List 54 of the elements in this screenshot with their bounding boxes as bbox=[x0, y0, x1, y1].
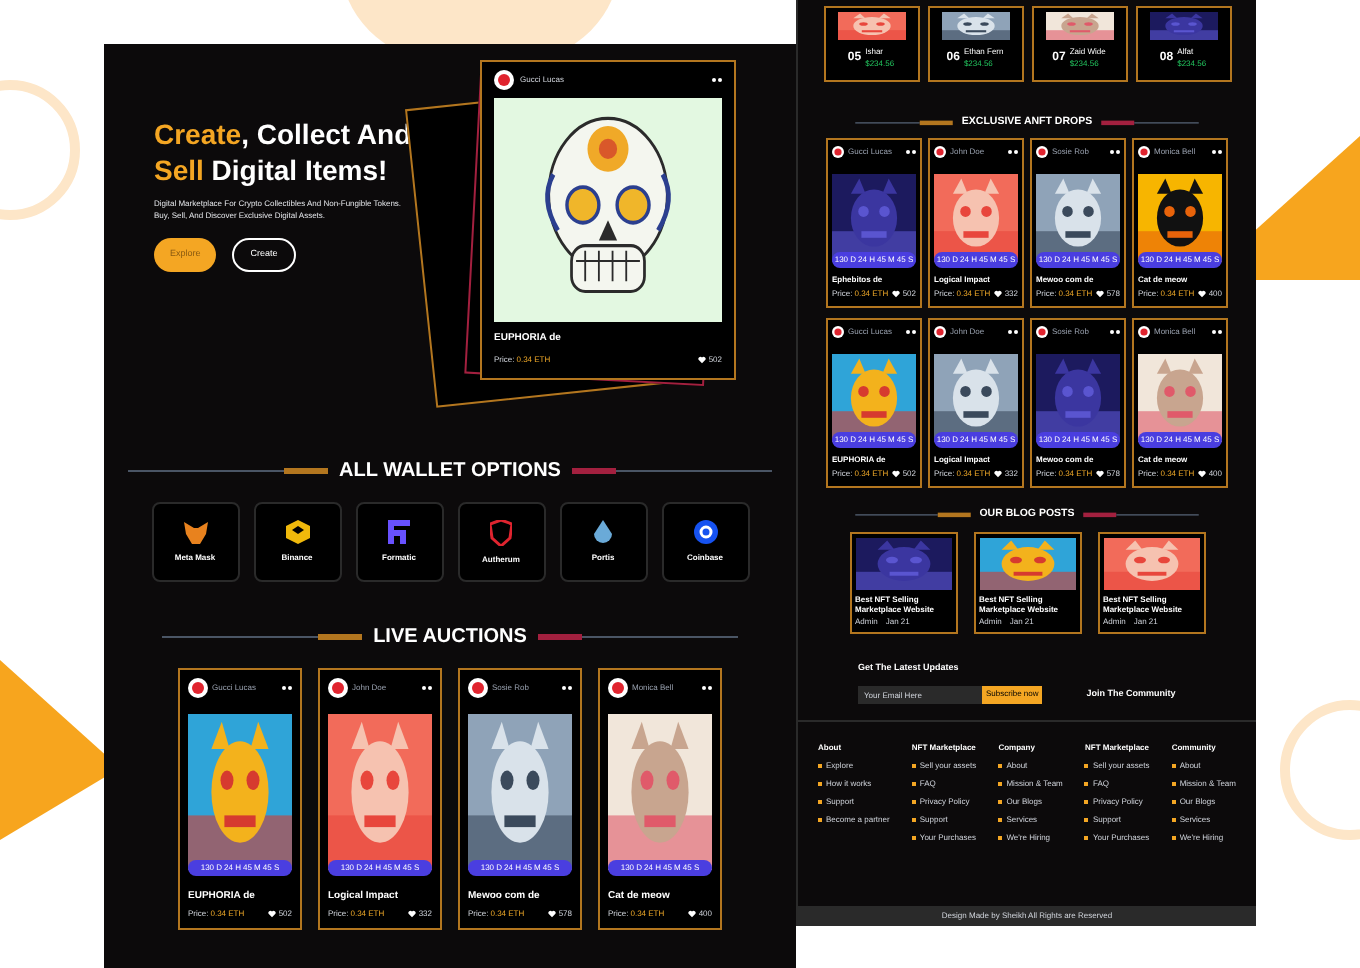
heart-icon[interactable] bbox=[1096, 289, 1105, 297]
heart-icon[interactable] bbox=[408, 909, 417, 917]
avatar-icon bbox=[934, 145, 946, 157]
avatar-icon bbox=[1138, 325, 1150, 337]
bullet-icon bbox=[911, 781, 916, 786]
avatar-icon bbox=[468, 678, 488, 698]
bullet-icon bbox=[1084, 835, 1089, 840]
drop-icon bbox=[594, 520, 612, 544]
avatar-icon bbox=[1036, 325, 1048, 337]
avatar-icon bbox=[832, 325, 844, 337]
avatar-icon bbox=[608, 678, 628, 698]
heart-icon[interactable] bbox=[698, 355, 707, 363]
bullet-icon bbox=[998, 835, 1003, 840]
bullet-icon bbox=[998, 799, 1003, 804]
avatar-icon bbox=[934, 325, 946, 337]
avatar-icon bbox=[1036, 145, 1048, 157]
cube-icon bbox=[285, 520, 309, 544]
heart-icon[interactable] bbox=[548, 909, 557, 917]
bullet-icon bbox=[1171, 835, 1176, 840]
bullet-icon bbox=[1084, 817, 1089, 822]
letter-f-icon bbox=[388, 520, 410, 544]
bullet-icon bbox=[1171, 763, 1176, 768]
bullet-icon bbox=[998, 763, 1003, 768]
bullet-icon bbox=[911, 763, 916, 768]
bullet-icon bbox=[1171, 817, 1176, 822]
shield-icon bbox=[490, 519, 512, 545]
coin-icon bbox=[693, 520, 717, 544]
section-heading: LIVE AUCTIONS bbox=[373, 624, 527, 652]
heart-icon[interactable] bbox=[892, 469, 901, 477]
bullet-icon bbox=[911, 835, 916, 840]
heart-icon[interactable] bbox=[268, 909, 277, 917]
bullet-icon bbox=[911, 799, 916, 804]
bullet-icon bbox=[1084, 781, 1089, 786]
bullet-icon bbox=[1084, 799, 1089, 804]
heart-icon[interactable] bbox=[688, 909, 697, 917]
heart-icon[interactable] bbox=[994, 289, 1003, 297]
bullet-icon bbox=[1084, 763, 1089, 768]
avatar-icon bbox=[494, 70, 514, 90]
avatar-icon bbox=[1138, 145, 1150, 157]
avatar-icon bbox=[832, 145, 844, 157]
heart-icon[interactable] bbox=[892, 289, 901, 297]
section-heading: ALL WALLET OPTIONS bbox=[339, 458, 561, 486]
heart-icon[interactable] bbox=[1198, 289, 1207, 297]
bullet-icon bbox=[1171, 799, 1176, 804]
avatar-icon bbox=[188, 678, 208, 698]
bullet-icon bbox=[1171, 781, 1176, 786]
fox-icon bbox=[183, 521, 207, 543]
bullet-icon bbox=[998, 817, 1003, 822]
bullet-icon bbox=[911, 817, 916, 822]
heart-icon[interactable] bbox=[1198, 469, 1207, 477]
avatar-icon bbox=[328, 678, 348, 698]
heart-icon[interactable] bbox=[1096, 469, 1105, 477]
heart-icon[interactable] bbox=[994, 469, 1003, 477]
bullet-icon bbox=[998, 781, 1003, 786]
